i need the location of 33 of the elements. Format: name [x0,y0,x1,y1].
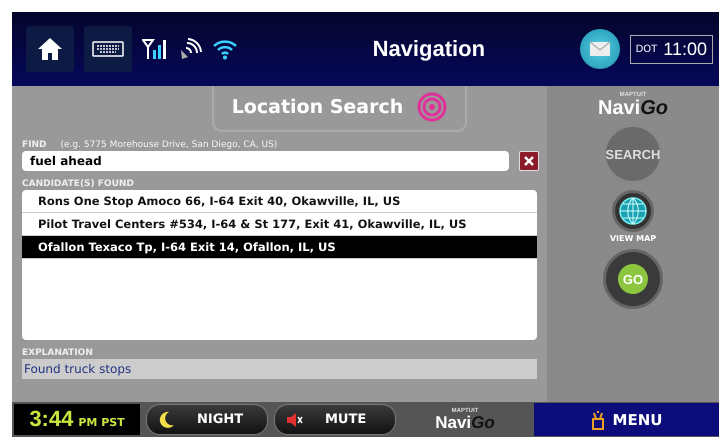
home-button[interactable] [26,26,74,72]
dot-clock: DOT 11:00 [630,34,713,64]
night-button[interactable]: NIGHT [146,404,268,435]
find-label: FIND [22,140,46,150]
menu-button[interactable]: MENU [534,403,719,436]
candidates-label: CANDIDATE(S) FOUND [22,179,135,189]
moon-icon [157,410,175,428]
view-map-button[interactable] [612,190,654,232]
mute-button[interactable]: MUTE [274,404,396,435]
home-icon [37,37,63,61]
close-icon [524,156,534,166]
antenna-icon [590,410,605,430]
globe-icon [618,196,648,226]
view-map-label: VIEW MAP [610,234,656,243]
candidate-row[interactable]: Ofallon Texaco Tp, I-64 Exit 14, Ofallon, IL, US [22,236,537,259]
explanation-label: EXPLANATION [22,348,94,358]
message-button[interactable] [580,29,620,69]
signal-icon [142,38,168,60]
speaker-icon [285,412,303,428]
explanation-text: Found truck stops [22,359,537,379]
keyboard-icon [92,41,124,57]
find-field[interactable]: fuel ahead [22,151,509,171]
candidate-row[interactable]: Rons One Stop Amoco 66, I-64 Exit 40, Okawville, IL, US [22,190,537,213]
panel-title: Location Search [212,86,468,132]
clear-button[interactable] [519,151,539,171]
window-title: Navigation [372,36,486,62]
find-hint: (e.g. 5775 Morehouse Drive, San Diego, CA, US) [60,140,278,150]
envelope-icon [588,41,611,57]
keyboard-button[interactable] [84,26,132,72]
wifi-icon [212,38,238,60]
target-icon [417,92,448,122]
clock: 3:44 PM PST [14,404,140,435]
satellite-icon [178,38,202,60]
